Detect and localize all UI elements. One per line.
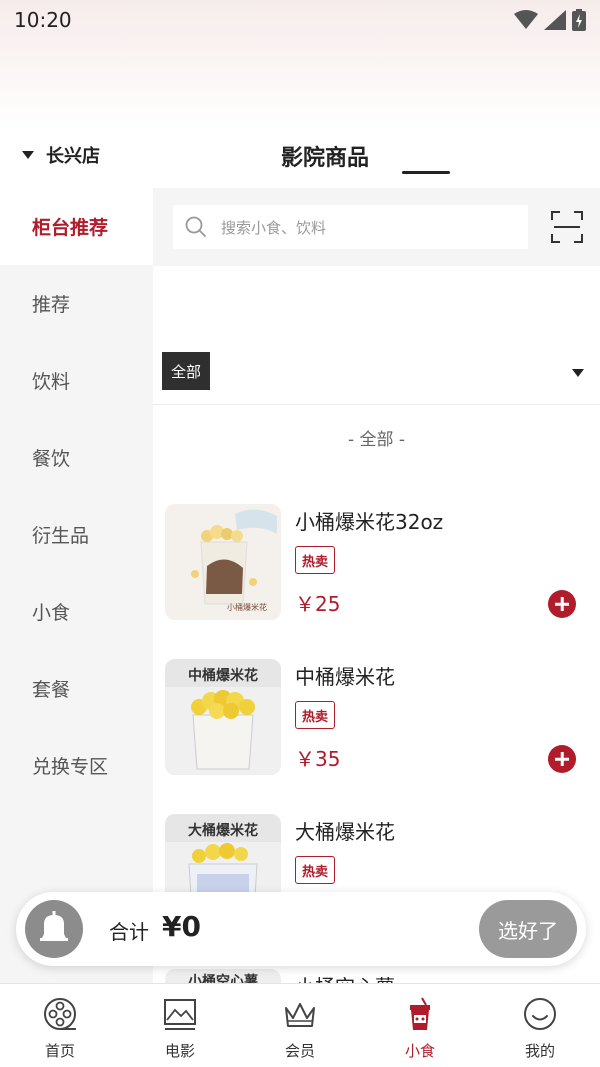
title-underline [402,171,450,174]
nav-label: 首页 [44,1042,75,1060]
sidebar-item-redeem[interactable]: 兑换专区 [0,727,153,804]
bottom-nav: 首页 电影 会员 小食 我的 [0,983,600,1067]
nav-home[interactable]: 首页 [0,984,120,1067]
product-price: ￥25 [295,592,341,616]
product-name: 大桶爆米花 [295,820,395,844]
product-card[interactable]: 小桶空心薯 小桶空心薯 [153,965,600,983]
sidebar-item-label: 兑换专区 [32,756,109,778]
smiley-icon [524,998,556,1030]
scan-icon[interactable] [550,210,584,244]
picture-icon [164,999,196,1030]
nav-label: 小食 [404,1042,435,1060]
category-sidebar: 柜台推荐 推荐 饮料 餐饮 衍生品 小食 套餐 兑换专区 [0,188,153,983]
signal-icon [544,10,566,30]
crown-icon [285,1003,315,1027]
hot-badge: 热卖 [295,856,336,884]
sidebar-item-merchandise[interactable]: 衍生品 [0,496,153,573]
battery-icon [572,9,586,31]
page-title: 影院商品 [280,146,369,171]
sidebar-item-drinks[interactable]: 饮料 [0,342,153,419]
product-image-caption: 中桶爆米花 [188,668,258,684]
nav-membership[interactable]: 会员 [240,984,360,1067]
sidebar-item-snacks[interactable]: 小食 [0,573,153,650]
hot-badge: 热卖 [295,701,336,729]
sidebar-item-label: 套餐 [32,679,71,701]
sidebar-item-recommend[interactable]: 推荐 [0,265,153,342]
cart-bar: 合计 ¥0 选好了 [16,892,586,966]
filter-dropdown-icon[interactable] [572,369,584,377]
product-image: 小桶爆米花 [165,504,281,620]
nav-profile[interactable]: 我的 [480,984,600,1067]
sidebar-item-label: 推荐 [32,294,71,316]
search-placeholder: 搜索小食、饮料 [221,218,327,237]
total-value: ¥0 [162,910,201,943]
nav-movies[interactable]: 电影 [120,984,240,1067]
sidebar-item-counter-recommend[interactable]: 柜台推荐 [0,188,153,265]
sidebar-item-label: 饮料 [32,371,71,393]
product-name: 中桶爆米花 [295,665,395,689]
drink-cup-icon [410,997,430,1030]
search-area: 搜索小食、饮料 [153,188,600,266]
total-label: 合计 [109,920,149,944]
search-icon [185,216,206,237]
sidebar-item-label: 小食 [32,602,71,624]
filter-chip-all[interactable]: 全部 [162,352,210,390]
nav-label: 会员 [284,1042,315,1060]
product-image-caption: 小桶空心薯 [188,974,258,983]
sidebar-item-label: 柜台推荐 [32,217,109,239]
status-time: 10:20 [14,8,72,32]
filter-row: 全部 [153,340,600,405]
status-icons [514,9,586,31]
sidebar-item-food[interactable]: 餐饮 [0,419,153,496]
product-image: 小桶空心薯 [165,969,281,983]
nav-label: 电影 [164,1042,195,1060]
checkout-button[interactable]: 选好了 [479,900,577,958]
sidebar-item-label: 餐饮 [32,448,71,470]
product-image: 中桶爆米花 [165,659,281,775]
product-card[interactable]: 中桶爆米花 中桶爆米花 热卖 ￥35 [153,655,600,810]
product-card[interactable]: 小桶爆米花 小桶爆米花32oz 热卖 ￥25 [153,500,600,655]
sidebar-item-label: 衍生品 [32,525,90,547]
film-reel-icon [44,998,76,1030]
bell-icon [40,911,68,941]
product-name: 小桶爆米花32oz [295,510,444,534]
wifi-icon [514,10,538,29]
product-name: 小桶空心薯 [295,971,395,983]
section-label: - 全部 - [347,430,406,450]
nav-label: 我的 [524,1042,555,1060]
sidebar-item-combos[interactable]: 套餐 [0,650,153,727]
search-input[interactable]: 搜索小食、饮料 [173,205,528,249]
hot-badge: 热卖 [295,546,336,574]
status-bar: 10:20 [0,0,600,40]
add-to-cart-button[interactable] [548,590,576,618]
product-image-caption: 大桶爆米花 [188,823,258,839]
nav-snacks[interactable]: 小食 [360,984,480,1067]
header: 长兴店 影院商品 [0,128,600,186]
cart-icon[interactable] [25,900,83,958]
product-price: ￥35 [295,747,341,771]
product-image-caption: 小桶爆米花 [227,603,267,612]
add-to-cart-button[interactable] [548,745,576,773]
